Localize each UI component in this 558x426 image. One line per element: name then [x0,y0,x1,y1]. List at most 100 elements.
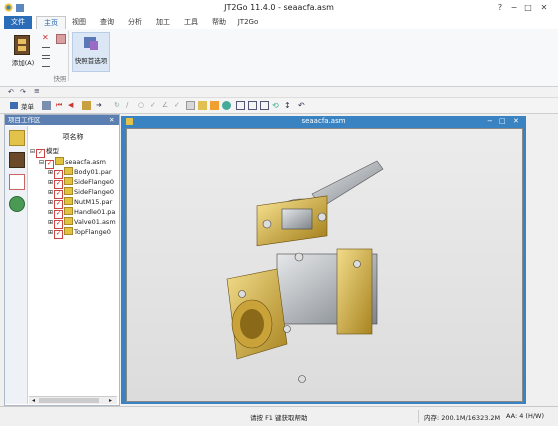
viewer-maximize-button[interactable]: □ [499,116,506,127]
help-button[interactable]: ? [494,2,506,13]
snapshot-prefs-icon [83,35,99,51]
minimize-button[interactable]: − [508,2,520,13]
expand-toggle-icon[interactable]: ⊞ [48,229,53,236]
expand-toggle-icon[interactable]: ⊞ [48,179,53,186]
menu-button[interactable]: 菜单 [21,101,34,111]
status-help-text: 请按 F1 键获取帮助 [250,414,308,422]
tab-tools[interactable]: 工具 [178,16,204,29]
list-icon[interactable] [42,47,50,56]
tab-view[interactable]: 视图 [66,16,92,29]
panel-title: 项目工作区 [8,116,41,124]
status-bar: 请按 F1 键获取帮助 内存: 200.1M/16323.2M AA: 4 (H… [0,406,558,426]
viewer-close-button[interactable]: ✕ [513,116,519,127]
expand-toggle-icon[interactable]: ⊞ [48,209,53,216]
tree-item[interactable]: ⊞ ✓ SideFlange0 [48,176,114,189]
part-node-icon [64,177,74,185]
add-button[interactable]: 添加(A) [8,33,36,71]
tab-query[interactable]: 查询 [94,16,120,29]
tree-horizontal-scrollbar[interactable]: ◂ ▸ [29,396,117,404]
circle-icon[interactable]: ○ [138,101,147,110]
redo-icon[interactable]: ↷ [20,88,26,96]
snapshot-prefs-button[interactable]: 快照首选项 [72,32,110,72]
highlight-icon[interactable] [210,101,219,110]
tab-home[interactable]: 主页 [36,16,66,30]
expand-toggle-icon[interactable]: ⊞ [48,219,53,226]
list2-icon[interactable] [42,58,50,67]
section-icon[interactable] [260,101,269,110]
viewer-minimize-button[interactable]: − [487,116,493,127]
tree-icon[interactable] [42,101,51,110]
menu-icon[interactable] [10,102,18,109]
qat-more-icon[interactable]: ≡ [34,87,40,95]
undo-tool-icon[interactable]: ↶ [298,101,307,110]
film-strip-icon[interactable] [9,152,25,168]
part-node-icon [64,227,74,235]
panel-title-bar: 项目工作区 ✕ [5,115,119,125]
tree-item[interactable]: ⊞ ✓ Body01.par [48,166,112,179]
tree-item[interactable]: ⊞ ✓ SideFlange0 [48,186,114,199]
tree-item-label: NutM15.par [74,198,113,206]
viewer-title-bar: seaacfa.asm − □ ✕ [121,116,526,127]
assembly-node-icon [55,157,65,165]
tree-item-label: Valve01.asm [74,218,116,226]
visibility-checkbox[interactable]: ✓ [54,230,64,239]
tree-item-label: SideFlange0 [74,178,114,186]
delete-icon[interactable]: ✕ [42,34,50,42]
expand-toggle-icon[interactable]: ⊟ [30,148,35,155]
3d-canvas[interactable] [126,128,523,402]
panel-close-button[interactable]: ✕ [109,115,114,125]
model-tree: 项名称 ⊟ ✓ 模型 ⊟ ✓ seaacfa.asm ⊞ ✓ Body01.par ⊞ ✓ SideF… [28,126,118,396]
table-icon[interactable] [236,101,245,110]
rotate-icon[interactable]: ⟲ [272,101,281,110]
part-icon[interactable] [198,101,207,110]
maximize-button[interactable]: □ [522,2,534,13]
tab-process[interactable]: 加工 [150,16,176,29]
title-bar: JT2Go 11.4.0 - seaacfa.asm ? − □ ✕ [0,0,558,16]
redo-tool-icon[interactable]: ↻ [114,101,123,110]
tab-help[interactable]: 帮助 [206,16,232,29]
copy-icon[interactable] [56,34,66,44]
grid-icon[interactable] [248,101,257,110]
ball-valve-model [226,160,384,383]
angle-icon[interactable]: ∠ [162,101,171,110]
arrow-icon[interactable]: ➜ [96,101,105,110]
first-icon[interactable]: ⏮ [56,101,65,110]
check-icon[interactable]: ✓ [174,101,183,110]
bom-icon[interactable] [9,174,25,190]
tree-item-label: seaacfa.asm [65,158,106,166]
cube-icon[interactable] [186,101,195,110]
part-node-icon [64,197,74,205]
tree-item[interactable]: ⊞ ✓ Valve01.asm [48,216,116,229]
tree-item[interactable]: ⊞ ✓ NutM15.par [48,196,113,209]
tab-jt2go[interactable]: JT2Go [234,16,262,29]
tree-item[interactable]: ⊟ ✓ seaacfa.asm [39,156,106,169]
updown-icon[interactable]: ↕ [284,101,293,110]
part-node-icon [64,217,74,225]
tree-item-label: Body01.par [74,168,112,176]
part-node-icon [64,167,74,175]
tab-analysis[interactable]: 分析 [122,16,148,29]
color-icon[interactable] [222,101,231,110]
expand-toggle-icon[interactable]: ⊞ [48,189,53,196]
part-node-icon [64,207,74,215]
tree-item[interactable]: ⊞ ✓ TopFlange0 [48,226,111,239]
panel-side-toolbar [5,126,28,404]
part-node-icon [64,187,74,195]
tree-item[interactable]: ⊟ ✓ 模型 [30,146,59,158]
undo-icon[interactable]: ↶ [8,88,14,96]
expand-toggle-icon[interactable]: ⊞ [48,199,53,206]
stack-icon[interactable] [82,101,91,110]
status-aa: AA: 4 (H/W) [506,412,544,420]
expand-toggle-icon[interactable]: ⊟ [39,159,44,166]
status-memory: 内存: 200.1M/16323.2M [424,414,501,422]
tab-file[interactable]: 文件 [4,16,32,29]
gears-icon[interactable] [9,196,25,212]
assembly-icon[interactable] [9,130,25,146]
line-icon[interactable]: / [126,101,135,110]
window-title: JT2Go 11.4.0 - seaacfa.asm [224,3,334,12]
tree-item[interactable]: ⊞ ✓ Handle01.pa [48,206,115,219]
expand-toggle-icon[interactable]: ⊞ [48,169,53,176]
measure-icon[interactable]: ✓ [150,101,159,110]
prev-icon[interactable]: ◀ [68,101,77,110]
close-button[interactable]: ✕ [538,2,550,13]
